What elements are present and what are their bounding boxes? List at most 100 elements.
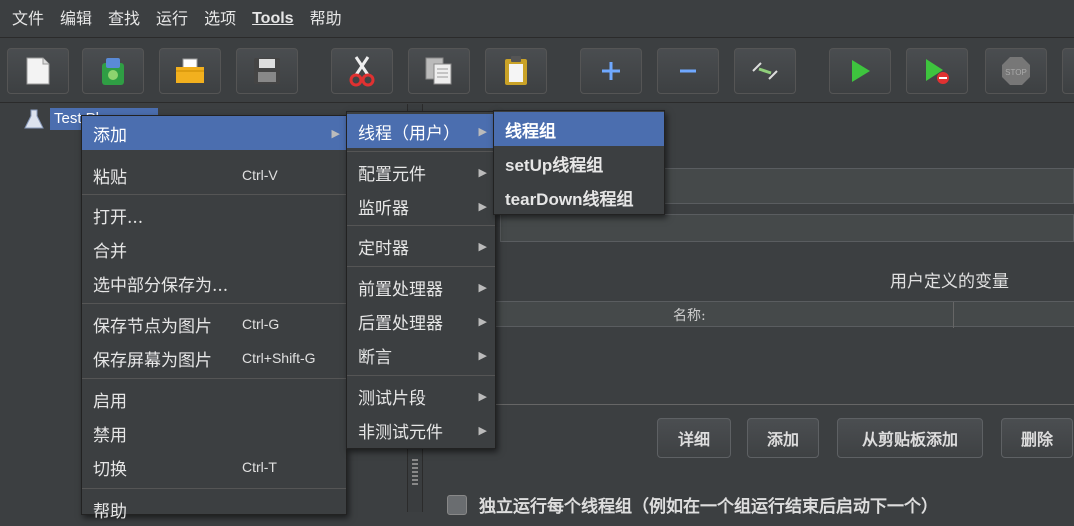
submenu-item-pre-processor[interactable]: 前置处理器 ▶ [347, 270, 495, 304]
collapse-all-button[interactable] [657, 48, 719, 94]
menu-options[interactable]: 选项 [196, 0, 244, 38]
menu-file[interactable]: 文件 [4, 0, 52, 38]
menu-bar: 文件 编辑 查找 运行 选项 Tools 帮助 [0, 0, 1074, 38]
run-thread-groups-consecutively[interactable]: 独立运行每个线程组（例如在一个组运行结束后启动下一个） [447, 492, 938, 517]
menu-item-label: 帮助 [93, 501, 127, 522]
submenu-item-config-element[interactable]: 配置元件 ▶ [347, 155, 495, 189]
menu-separator [347, 375, 495, 376]
menu-item-save-screen-as-image[interactable]: 保存屏幕为图片 Ctrl+Shift-G [82, 341, 348, 375]
detail-button[interactable]: 详细 [657, 418, 731, 458]
menu-item-enable[interactable]: 启用 [82, 382, 348, 416]
menu-shortcut: Ctrl-V [242, 167, 278, 183]
menu-item-label: 监听器 [358, 198, 409, 219]
table-bottom-border [423, 404, 1074, 405]
delete-button[interactable]: 删除 [1001, 418, 1073, 458]
stop-icon: STOP [1002, 57, 1030, 85]
minus-icon [680, 69, 696, 73]
menu-run[interactable]: 运行 [148, 0, 196, 38]
paste-icon [505, 56, 527, 85]
templates-icon [102, 58, 124, 85]
open-button[interactable] [159, 48, 221, 94]
menu-item-add[interactable]: 添加 ▶ [82, 116, 348, 150]
submenu-item-timer[interactable]: 定时器 ▶ [347, 229, 495, 263]
menu-shortcut: Ctrl-T [242, 459, 277, 475]
submenu-item-assertion[interactable]: 断言 ▶ [347, 338, 495, 372]
menu-item-label: 禁用 [93, 425, 127, 446]
menu-item-label: 线程组 [505, 121, 556, 141]
menu-tools[interactable]: Tools [244, 0, 301, 38]
submenu-item-non-test-elements[interactable]: 非测试元件 ▶ [347, 413, 495, 447]
menu-item-disable[interactable]: 禁用 [82, 416, 348, 450]
menu-separator [347, 225, 495, 226]
submenu-item-teardown-thread-group[interactable]: tearDown线程组 [494, 180, 664, 214]
context-menu: 添加 ▶ 粘贴 Ctrl-V 打开... 合并 选中部分保存为... 保存节点为图片… [81, 115, 348, 522]
menu-separator [82, 378, 346, 379]
menu-separator [82, 194, 346, 195]
submenu-item-listener[interactable]: 监听器 ▶ [347, 189, 495, 223]
menu-item-save-selection-as[interactable]: 选中部分保存为... [82, 266, 348, 300]
menu-item-open[interactable]: 打开... [82, 198, 348, 232]
submenu-item-threads[interactable]: 线程（用户） ▶ [347, 114, 495, 148]
start-button[interactable] [829, 48, 891, 94]
submenu-arrow-icon: ▶ [478, 423, 487, 437]
menu-item-label: 打开... [93, 207, 144, 228]
menu-help[interactable]: 帮助 [302, 0, 350, 38]
menu-item-label: setUp线程组 [505, 155, 604, 175]
play-no-timer-icon [926, 59, 949, 84]
menu-separator [347, 151, 495, 152]
variables-table-header: 名称: [423, 301, 1074, 328]
column-name-header: 名称: [673, 308, 706, 324]
svg-text:STOP: STOP [1005, 68, 1027, 77]
menu-item-label: 粘贴 [93, 167, 127, 188]
threads-submenu: 线程组 setUp线程组 tearDown线程组 [493, 110, 665, 215]
menu-item-paste[interactable]: 粘贴 Ctrl-V [82, 158, 348, 192]
submenu-item-setup-thread-group[interactable]: setUp线程组 [494, 146, 664, 180]
menu-shortcut: Ctrl+Shift-G [242, 350, 316, 366]
submenu-item-post-processor[interactable]: 后置处理器 ▶ [347, 304, 495, 338]
stop-button[interactable]: STOP [985, 48, 1047, 94]
menu-item-label: 启用 [93, 391, 127, 412]
cut-button[interactable] [331, 48, 393, 94]
menu-item-label: 选中部分保存为... [93, 275, 229, 296]
column-divider [953, 302, 954, 328]
menu-tools-label: Tools [252, 9, 294, 27]
menu-search[interactable]: 查找 [100, 0, 148, 38]
play-icon [852, 60, 870, 82]
menu-item-help[interactable]: 帮助 [82, 492, 348, 526]
expand-all-button[interactable] [580, 48, 642, 94]
menu-item-label: 后置处理器 [358, 313, 443, 334]
submenu-arrow-icon: ▶ [478, 124, 487, 138]
submenu-arrow-icon: ▶ [478, 389, 487, 403]
more-toolbar-button[interactable] [1062, 48, 1074, 94]
toggle-button[interactable] [734, 48, 796, 94]
save-button[interactable] [236, 48, 298, 94]
new-button[interactable] [7, 48, 69, 94]
copy-icon [425, 57, 452, 85]
submenu-arrow-icon: ▶ [478, 199, 487, 213]
plus-icon [602, 62, 620, 80]
menu-edit[interactable]: 编辑 [52, 0, 100, 38]
user-defined-variables-title: 用户定义的变量 [890, 272, 1009, 292]
submenu-arrow-icon: ▶ [478, 348, 487, 362]
paste-button[interactable] [485, 48, 547, 94]
menu-item-label: 保存节点为图片 [93, 316, 212, 337]
menu-item-label: 配置元件 [358, 164, 426, 185]
new-file-icon [26, 57, 50, 85]
submenu-item-test-fragment[interactable]: 测试片段 ▶ [347, 379, 495, 413]
checkbox-label: 独立运行每个线程组（例如在一个组运行结束后启动下一个） [479, 497, 938, 517]
menu-item-label: 测试片段 [358, 388, 426, 409]
comments-field[interactable] [500, 214, 1074, 242]
save-icon [254, 58, 280, 84]
start-no-pause-button[interactable] [906, 48, 968, 94]
copy-button[interactable] [408, 48, 470, 94]
menu-item-save-node-as-image[interactable]: 保存节点为图片 Ctrl-G [82, 307, 348, 341]
templates-button[interactable] [82, 48, 144, 94]
menu-item-merge[interactable]: 合并 [82, 232, 348, 266]
divider-grip[interactable] [412, 459, 418, 485]
add-from-clipboard-button[interactable]: 从剪贴板添加 [837, 418, 983, 458]
menu-item-label: 保存屏幕为图片 [93, 350, 212, 371]
menu-item-label: 断言 [358, 347, 392, 368]
menu-item-toggle[interactable]: 切换 Ctrl-T [82, 450, 348, 484]
submenu-item-thread-group[interactable]: 线程组 [494, 112, 664, 146]
add-button[interactable]: 添加 [747, 418, 819, 458]
